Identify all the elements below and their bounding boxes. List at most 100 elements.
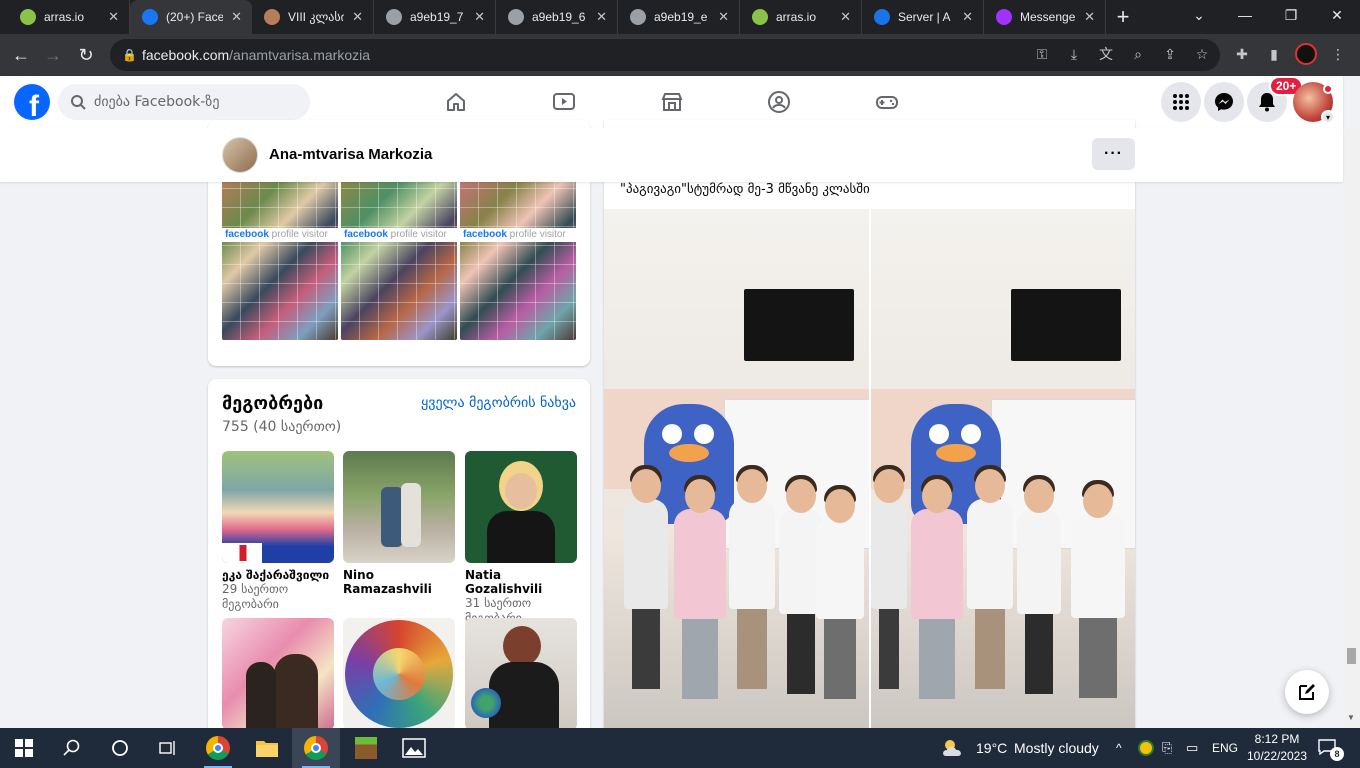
page-scrollbar[interactable]: ▼	[1343, 128, 1360, 728]
close-tab-icon[interactable]: ✕	[840, 9, 851, 25]
side-panel-icon[interactable]: ▮	[1262, 42, 1286, 66]
new-message-button[interactable]	[1285, 670, 1329, 714]
scrollbar-thumb[interactable]	[1347, 648, 1356, 664]
key-icon[interactable]: ⚿	[1030, 42, 1054, 66]
photo-tile[interactable]: facebook profile visitor	[222, 180, 338, 340]
groups-icon[interactable]	[765, 88, 793, 116]
friend-item[interactable]: Natia Gozalishvili 31 საერთო მეგობარი	[465, 451, 577, 626]
see-all-friends-link[interactable]: ყველა მეგობრის ნახვა	[421, 395, 576, 411]
close-window-icon[interactable]: ✕	[1314, 0, 1360, 30]
zoom-icon[interactable]: ⌕	[1126, 42, 1150, 66]
network-icon[interactable]: ▭	[1186, 728, 1198, 768]
friend-photo[interactable]	[343, 451, 455, 563]
close-tab-icon[interactable]: ✕	[596, 9, 607, 25]
photos-app-icon[interactable]	[390, 728, 438, 768]
back-icon[interactable]: ←	[8, 42, 34, 68]
bookmark-star-icon[interactable]: ☆	[1190, 42, 1214, 66]
messenger-icon[interactable]	[1204, 82, 1244, 122]
browser-tab[interactable]: VIII კლასი ✕	[252, 0, 374, 34]
scroll-down-arrow-icon[interactable]: ▼	[1347, 713, 1355, 722]
windows-start-icon[interactable]	[0, 728, 48, 768]
chrome-taskbar-icon[interactable]	[194, 728, 242, 768]
photo-tile[interactable]: facebook profile visitor	[460, 180, 576, 340]
notifications-bell-icon[interactable]: 20+	[1247, 76, 1304, 122]
chrome-active-icon[interactable]	[292, 728, 340, 768]
norton-icon[interactable]	[1138, 728, 1154, 768]
reload-icon[interactable]: ↻	[73, 42, 99, 68]
new-tab-icon[interactable]: +	[1106, 0, 1140, 34]
extensions-icon[interactable]: ✚	[1230, 42, 1254, 66]
facebook-icon	[142, 9, 158, 25]
photo-scene	[871, 209, 1135, 749]
forward-icon[interactable]: →	[40, 42, 66, 68]
install-icon[interactable]: ⤓	[1062, 42, 1086, 66]
tab-search-icon[interactable]: ⌄	[1176, 0, 1222, 30]
kebab-menu-icon[interactable]: ⋮	[1326, 42, 1350, 66]
friend-name[interactable]: Natia Gozalishvili	[465, 568, 577, 596]
friend-item[interactable]	[343, 618, 455, 730]
taskbar-clock[interactable]: 8:12 PM 10/22/2023	[1244, 731, 1310, 765]
restore-icon[interactable]: ❐	[1268, 0, 1314, 30]
task-view-icon[interactable]	[144, 728, 192, 768]
search-input[interactable]	[94, 94, 294, 110]
clock-time: 8:12 PM	[1254, 732, 1300, 746]
close-tab-icon[interactable]: ✕	[108, 9, 119, 25]
close-tab-icon[interactable]: ✕	[962, 9, 973, 25]
close-tab-icon[interactable]: ✕	[474, 9, 485, 25]
browser-tab[interactable]: (20+) Faceboo ✕	[130, 0, 252, 34]
facebook-logo-icon[interactable]: f	[14, 84, 50, 120]
friend-item[interactable]: ეკა შაქარაშვილი 29 საერთო მეგობარი	[222, 451, 334, 612]
tray-chevron-up-icon[interactable]: ^	[1116, 728, 1122, 768]
friend-photo[interactable]	[465, 451, 577, 563]
minimize-icon[interactable]: —	[1222, 0, 1268, 30]
friend-photo[interactable]	[343, 618, 455, 730]
browser-tab[interactable]: Messenger ✕	[984, 0, 1106, 34]
friend-photo[interactable]	[222, 451, 334, 563]
browser-tab[interactable]: Server | A ✕	[862, 0, 984, 34]
photo-tile[interactable]: facebook profile visitor	[341, 180, 457, 340]
friend-item[interactable]: Nino Ramazashvili	[343, 451, 455, 596]
friend-photo[interactable]	[465, 618, 577, 730]
share-icon[interactable]: ⇪	[1158, 42, 1182, 66]
marketplace-icon[interactable]	[658, 88, 686, 116]
close-tab-icon[interactable]: ✕	[718, 9, 729, 25]
home-icon[interactable]	[442, 88, 470, 116]
close-tab-icon[interactable]: ✕	[231, 9, 242, 25]
weather-temp[interactable]: 19°C	[976, 728, 1007, 768]
meet-now-icon[interactable]: ⎘	[1162, 728, 1172, 768]
search-icon[interactable]	[48, 728, 96, 768]
friend-item[interactable]	[465, 618, 577, 730]
cortana-icon[interactable]	[96, 728, 144, 768]
minecraft-icon[interactable]	[342, 728, 390, 768]
gaming-icon[interactable]	[873, 88, 901, 116]
menu-grid-icon[interactable]	[1161, 82, 1201, 122]
browser-tab[interactable]: a9eb19_6 ✕	[496, 0, 618, 34]
weather-icon[interactable]	[940, 728, 968, 768]
profile-icon[interactable]	[1294, 42, 1318, 66]
watch-icon[interactable]	[550, 88, 578, 116]
post-photo[interactable]	[604, 209, 869, 749]
profile-name[interactable]: Ana-mtvarisa Markozia	[269, 146, 432, 163]
close-tab-icon[interactable]: ✕	[1084, 9, 1095, 25]
more-options-button[interactable]: ···	[1092, 138, 1135, 170]
browser-tab[interactable]: arras.io ✕	[8, 0, 130, 34]
file-explorer-icon[interactable]	[243, 728, 291, 768]
browser-tab[interactable]: a9eb19_7 ✕	[374, 0, 496, 34]
browser-tab[interactable]: arras.io ✕	[740, 0, 862, 34]
facebook-search[interactable]	[58, 84, 310, 120]
close-tab-icon[interactable]: ✕	[352, 9, 363, 25]
friend-name[interactable]: Nino Ramazashvili	[343, 568, 455, 596]
friend-item[interactable]	[222, 618, 334, 730]
friend-name[interactable]: ეკა შაქარაშვილი	[222, 568, 334, 582]
friend-photo[interactable]	[222, 618, 334, 730]
weather-desc[interactable]: Mostly cloudy	[1014, 728, 1099, 768]
friends-count: 755 (40 საერთო)	[222, 419, 342, 435]
notification-center-icon[interactable]: 8	[1318, 728, 1344, 768]
browser-tab[interactable]: a9eb19_e ✕	[618, 0, 740, 34]
post-photo[interactable]	[871, 209, 1135, 749]
photo-scene	[604, 209, 869, 749]
profile-avatar[interactable]	[222, 137, 258, 173]
language-indicator[interactable]: ENG	[1212, 728, 1238, 768]
account-avatar[interactable]: ▾	[1293, 82, 1335, 124]
translate-icon[interactable]: 文	[1094, 42, 1118, 66]
